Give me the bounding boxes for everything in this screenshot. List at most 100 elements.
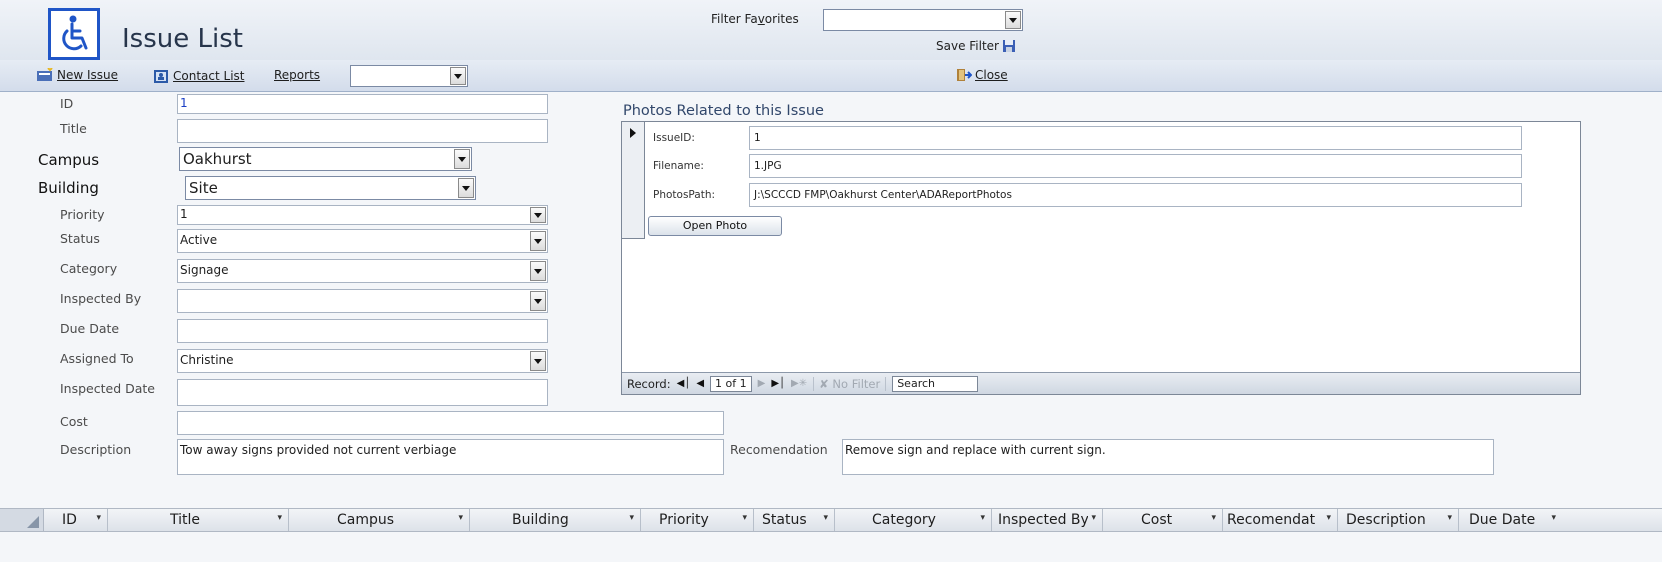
filter-favorites-label: Filter Favorites <box>711 12 799 26</box>
id-label: ID <box>60 96 74 111</box>
contact-list-button[interactable]: Contact List <box>152 68 244 84</box>
sort-arrow-icon[interactable]: ▾ <box>742 513 747 523</box>
next-record-icon[interactable]: ▶ <box>758 378 766 389</box>
column-header-id[interactable]: ID ▾ <box>44 509 108 531</box>
floppy-disk-icon <box>1003 40 1015 52</box>
new-record-icon <box>37 68 53 81</box>
sort-arrow-icon[interactable]: ▾ <box>823 513 828 523</box>
reports-select[interactable] <box>350 65 468 87</box>
select-all-button[interactable] <box>0 509 44 531</box>
sort-arrow-icon[interactable]: ▾ <box>1211 513 1216 523</box>
due-date-field[interactable] <box>177 319 548 343</box>
record-selector[interactable] <box>622 122 645 239</box>
record-navigation-bar: Record: ◀│ ◀ 1 of 1 ▶ ▶│ ▶✳ ✘ No Filter … <box>622 372 1580 394</box>
column-header-status[interactable]: Status ▾ <box>754 509 835 531</box>
issueid-label: IssueID: <box>653 132 695 144</box>
due-date-label: Due Date <box>60 321 120 336</box>
column-header-title[interactable]: Title ▾ <box>108 509 289 531</box>
priority-value: 1 <box>180 207 188 221</box>
campus-label: Campus <box>38 151 100 169</box>
previous-record-icon[interactable]: ◀ <box>696 378 704 389</box>
sort-arrow-icon[interactable]: ▾ <box>1551 513 1556 523</box>
title-label: Title <box>60 121 87 136</box>
inspected-by-label: Inspected By <box>60 291 142 306</box>
description-field[interactable]: Tow away signs provided not current verb… <box>177 439 724 475</box>
chevron-down-icon[interactable] <box>450 67 466 85</box>
column-header-due-date[interactable]: Due Date ▾ <box>1459 509 1562 531</box>
record-label: Record: <box>627 376 671 391</box>
assigned-to-label: Assigned To <box>60 351 134 366</box>
inspected-date-field[interactable] <box>177 379 548 406</box>
column-header-recomendation[interactable]: Recomendat ▾ <box>1223 509 1338 531</box>
assigned-to-select[interactable]: Christine <box>177 349 548 373</box>
title-field[interactable] <box>177 119 548 143</box>
status-select[interactable]: Active <box>177 229 548 253</box>
status-value: Active <box>180 233 218 247</box>
sort-arrow-icon[interactable]: ▾ <box>1326 513 1331 523</box>
sort-arrow-icon[interactable]: ▾ <box>1447 513 1452 523</box>
chevron-down-icon[interactable] <box>458 178 474 198</box>
contacts-book-icon <box>154 70 168 83</box>
search-field[interactable]: Search <box>892 375 979 392</box>
sort-arrow-icon[interactable]: ▾ <box>1091 513 1096 523</box>
photospath-label: PhotosPath: <box>653 189 716 201</box>
building-value: Site <box>189 179 218 197</box>
save-filter-button[interactable]: Save Filter <box>936 39 1016 53</box>
building-select[interactable]: Site <box>185 176 476 200</box>
close-label: Close <box>975 68 1008 82</box>
column-header-category[interactable]: Category ▾ <box>835 509 992 531</box>
recommendation-field[interactable]: Remove sign and replace with current sig… <box>842 439 1494 475</box>
photos-subform: IssueID: 1 Filename: 1.JPG PhotosPath: J… <box>621 121 1581 395</box>
sort-arrow-icon[interactable]: ▾ <box>458 513 463 523</box>
sort-arrow-icon[interactable]: ▾ <box>96 513 101 523</box>
sort-arrow-icon[interactable]: ▾ <box>277 513 282 523</box>
column-header-description[interactable]: Description ▾ <box>1338 509 1459 531</box>
campus-select[interactable]: Oakhurst <box>179 147 472 171</box>
new-issue-button[interactable]: New Issue <box>36 68 118 82</box>
category-value: Signage <box>180 263 229 277</box>
photospath-field[interactable]: J:\SCCCD FMP\Oakhurst Center\ADAReportPh… <box>749 183 1522 207</box>
close-button[interactable]: Close <box>956 68 1008 82</box>
accessibility-logo-icon <box>48 8 100 60</box>
inspected-by-select[interactable] <box>177 289 548 313</box>
chevron-down-icon[interactable] <box>530 231 546 251</box>
category-select[interactable]: Signage <box>177 259 548 283</box>
form-header: Issue List Filter Favorites Save Filter <box>0 0 1662 60</box>
cost-field[interactable] <box>177 411 724 435</box>
reports-text: Reports <box>274 68 321 82</box>
chevron-down-icon[interactable] <box>454 149 470 169</box>
column-header-inspected-by[interactable]: Inspected By ▾ <box>992 509 1103 531</box>
no-filter-label: No Filter <box>832 376 881 391</box>
save-filter-label: Save Filter <box>936 39 999 53</box>
chevron-down-icon[interactable] <box>530 261 546 281</box>
last-record-icon[interactable]: ▶│ <box>771 378 785 389</box>
column-header-campus[interactable]: Campus ▾ <box>289 509 470 531</box>
column-header-priority[interactable]: Priority ▾ <box>641 509 754 531</box>
column-header-cost[interactable]: Cost ▾ <box>1103 509 1223 531</box>
id-field[interactable]: 1 <box>177 94 548 114</box>
sort-arrow-icon[interactable]: ▾ <box>980 513 985 523</box>
contact-list-label: Contact List <box>173 69 245 83</box>
cost-label: Cost <box>60 414 88 429</box>
record-position-field[interactable]: 1 of 1 <box>710 375 752 392</box>
chevron-down-icon[interactable] <box>530 351 546 371</box>
building-label: Building <box>38 179 99 197</box>
sort-arrow-icon[interactable]: ▾ <box>629 513 634 523</box>
filename-field[interactable]: 1.JPG <box>749 154 1522 178</box>
no-filter-button[interactable]: ✘ No Filter <box>813 376 887 391</box>
open-photo-button[interactable]: Open Photo <box>648 216 782 236</box>
filter-favorites-select[interactable] <box>823 9 1023 31</box>
chevron-down-icon[interactable] <box>530 207 546 223</box>
category-label: Category <box>60 261 118 276</box>
photos-subform-title: Photos Related to this Issue <box>623 103 824 119</box>
first-record-icon[interactable]: ◀│ <box>677 378 691 389</box>
chevron-down-icon[interactable] <box>1005 11 1021 29</box>
new-record-nav-icon[interactable]: ▶✳ <box>791 378 807 389</box>
reports-label: Reports <box>274 68 320 82</box>
issueid-field[interactable]: 1 <box>749 126 1522 150</box>
column-header-building[interactable]: Building ▾ <box>470 509 641 531</box>
priority-select[interactable]: 1 <box>177 205 548 225</box>
chevron-down-icon[interactable] <box>530 291 546 311</box>
description-label: Description <box>60 442 132 457</box>
id-value-link[interactable]: 1 <box>180 96 188 110</box>
